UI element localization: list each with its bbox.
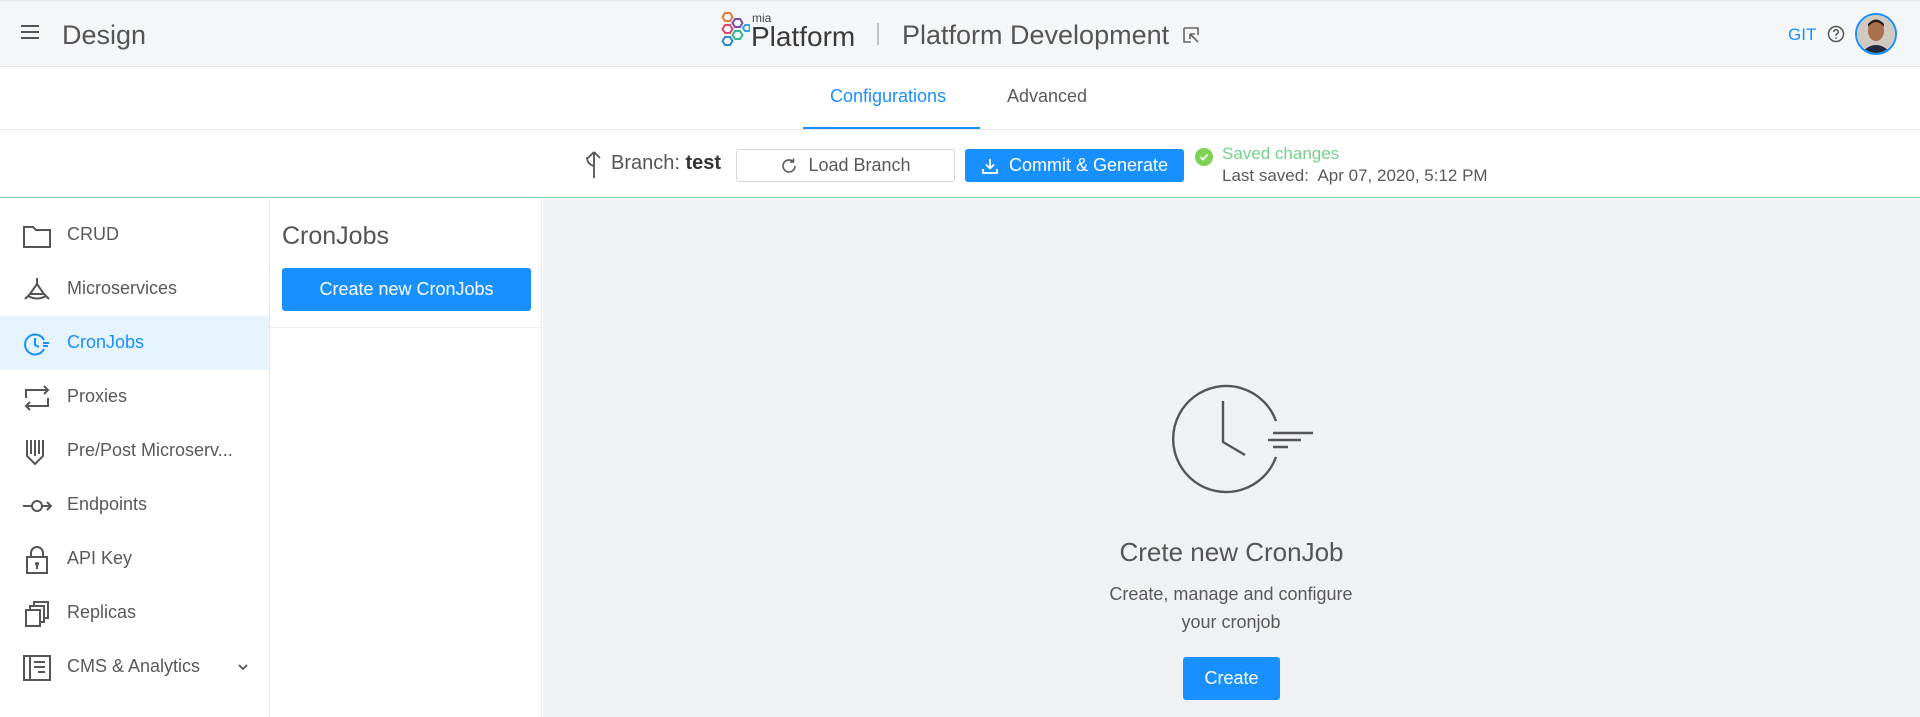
- header-divider: [877, 23, 879, 45]
- tab-advanced[interactable]: Advanced: [1007, 86, 1087, 107]
- divider: [270, 327, 541, 328]
- replicas-icon: [25, 601, 49, 627]
- top-header: Design mia Platform Platform Development…: [0, 0, 1920, 67]
- sidebar-item-api-key[interactable]: API Key: [0, 532, 269, 586]
- microservices-icon: [24, 278, 50, 300]
- sidebar: CRUD Microservices CronJobs Proxies Pre/…: [0, 199, 270, 717]
- panel-title: CronJobs: [282, 222, 389, 250]
- help-icon[interactable]: [1827, 25, 1845, 43]
- branch-name: test: [685, 152, 722, 174]
- sidebar-item-crud[interactable]: CRUD: [0, 208, 269, 262]
- cms-icon: [23, 655, 51, 681]
- hexagon-logo-icon: [721, 12, 750, 46]
- sidebar-item-label: Replicas: [67, 602, 137, 622]
- load-branch-label: Load Branch: [808, 155, 911, 175]
- create-new-cronjobs-button[interactable]: Create new CronJobs: [282, 268, 531, 311]
- sidebar-item-cms-analytics[interactable]: CMS & Analytics: [0, 640, 269, 694]
- sidebar-item-cronjobs[interactable]: CronJobs: [0, 316, 269, 370]
- sidebar-item-label: Proxies: [67, 386, 128, 406]
- download-icon: [982, 158, 998, 174]
- sidebar-item-proxies[interactable]: Proxies: [0, 370, 269, 424]
- project-name: Platform Development: [902, 20, 1170, 50]
- commit-generate-label: Commit & Generate: [1008, 155, 1169, 175]
- last-saved: Last saved: Apr 07, 2020, 5:12 PM: [1222, 166, 1488, 186]
- check-circle-icon: [1195, 148, 1213, 166]
- branch-bar: Branch: test Load Branch Commit & Genera…: [0, 130, 1920, 198]
- open-project-icon[interactable]: [1181, 25, 1201, 45]
- create-button[interactable]: Create: [1183, 657, 1280, 700]
- endpoints-icon: [23, 500, 52, 512]
- user-avatar[interactable]: [1855, 13, 1897, 55]
- sidebar-item-label: Endpoints: [67, 494, 148, 514]
- app-title: Design: [62, 20, 147, 50]
- branch-icon: [586, 151, 601, 178]
- brand-name: Platform: [751, 21, 856, 52]
- sidebar-item-replicas[interactable]: Replicas: [0, 586, 269, 640]
- cronjobs-list-panel: CronJobs Create new CronJobs: [270, 199, 542, 717]
- sidebar-item-pre-post[interactable]: Pre/Post Microserv...: [0, 424, 269, 478]
- sidebar-item-label: Pre/Post Microserv...: [67, 440, 233, 460]
- sidebar-item-microservices[interactable]: Microservices: [0, 262, 269, 316]
- sidebar-item-endpoints[interactable]: Endpoints: [0, 478, 269, 532]
- branch-label: Branch: test: [611, 152, 721, 175]
- main-content: Crete new CronJob Create, manage and con…: [543, 199, 1920, 717]
- lock-icon: [26, 546, 48, 574]
- load-branch-button[interactable]: Load Branch: [736, 149, 955, 182]
- proxies-arrows-icon: [24, 385, 50, 411]
- sidebar-item-label: CMS & Analytics: [67, 656, 201, 676]
- cronjob-clock-icon: [24, 333, 49, 356]
- sidebar-item-label: CronJobs: [67, 332, 145, 352]
- sidebar-item-label: API Key: [67, 548, 133, 568]
- last-saved-value: Apr 07, 2020, 5:12 PM: [1317, 166, 1488, 185]
- empty-state-description: Create, manage and configure your cronjo…: [1109, 584, 1353, 632]
- saved-status: Saved changes: [1222, 144, 1340, 163]
- cronjob-clock-icon: [1172, 384, 1313, 494]
- sidebar-item-label: Microservices: [67, 278, 178, 298]
- user-avatar-icon: [1857, 15, 1895, 53]
- pre-post-icon: [26, 440, 44, 466]
- active-tab-indicator: [803, 127, 980, 129]
- chevron-down-icon[interactable]: [236, 660, 250, 674]
- refresh-icon: [782, 158, 797, 173]
- sidebar-item-label: CRUD: [67, 224, 119, 244]
- menu-icon[interactable]: [21, 25, 39, 41]
- branch-prefix: Branch:: [611, 152, 680, 174]
- commit-generate-button[interactable]: Commit & Generate: [965, 149, 1184, 182]
- empty-state-title: Crete new CronJob: [1119, 537, 1344, 567]
- main-tabs: Configurations Advanced: [0, 67, 1920, 130]
- tab-configurations[interactable]: Configurations: [830, 86, 946, 107]
- folder-icon: [23, 226, 51, 248]
- git-link[interactable]: GIT: [1788, 25, 1816, 45]
- last-saved-label: Last saved:: [1222, 166, 1309, 185]
